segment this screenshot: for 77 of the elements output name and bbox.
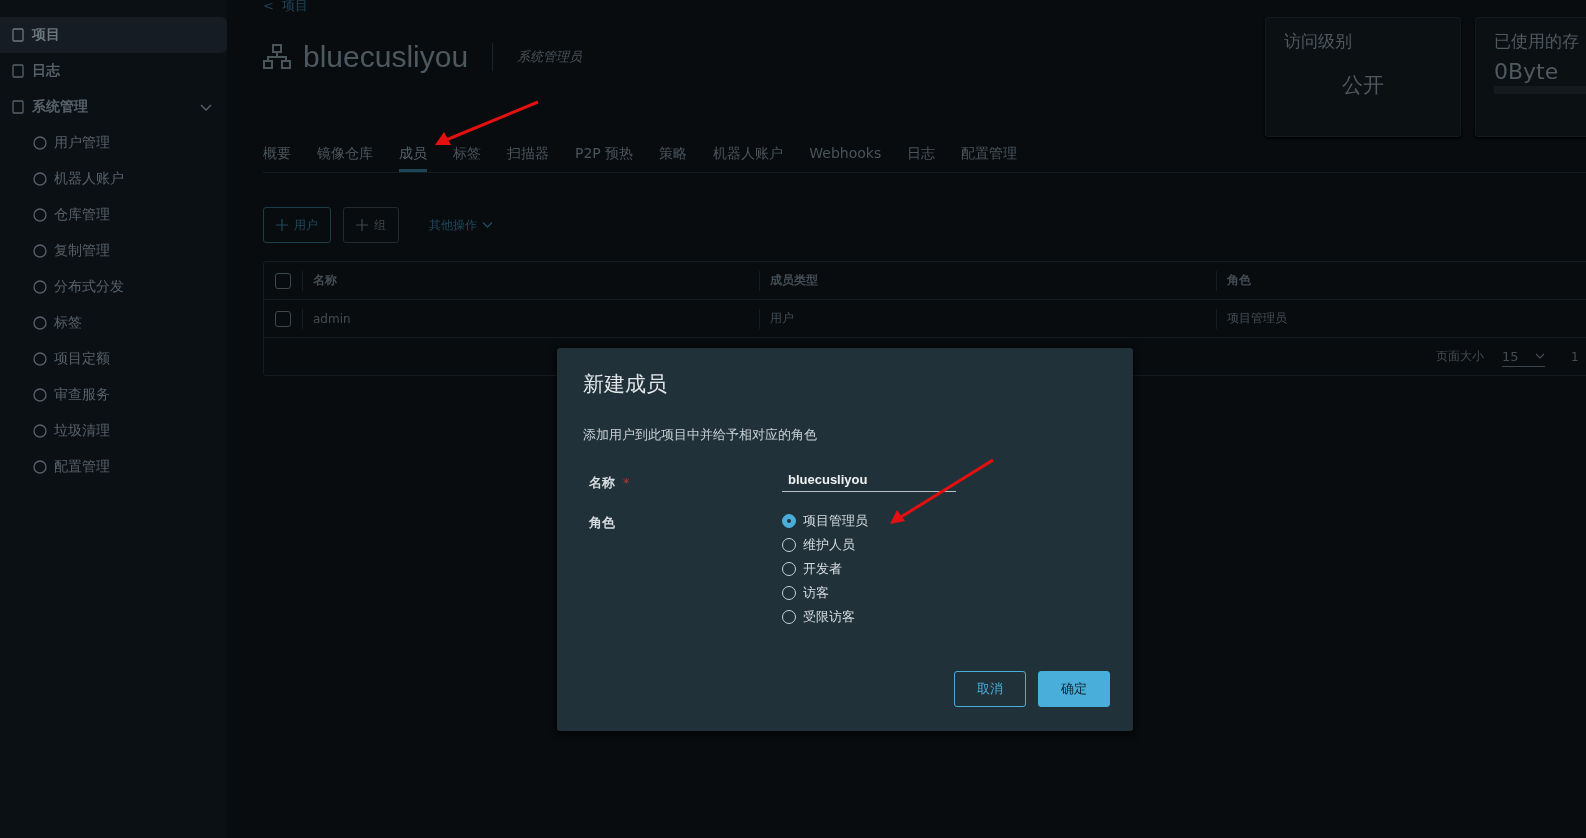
sidebar-item[interactable]: 系统管理 bbox=[0, 89, 227, 125]
tab[interactable]: Webhooks bbox=[809, 145, 882, 172]
add-group-button[interactable]: 组 bbox=[343, 207, 399, 243]
column-header: 角色 bbox=[1227, 272, 1251, 289]
column-header: 名称 bbox=[313, 272, 337, 289]
card-value: 公开 bbox=[1341, 72, 1385, 99]
role-text: 系统管理员 bbox=[517, 48, 583, 66]
sidebar-subitem[interactable]: 用户管理 bbox=[0, 125, 227, 161]
sidebar-item[interactable]: 日志 bbox=[0, 53, 227, 89]
card-value: 0Byte bbox=[1494, 59, 1560, 84]
card-title: 已使用的存 bbox=[1494, 30, 1580, 53]
back-link[interactable]: < 项目 bbox=[263, 0, 309, 13]
tab[interactable]: 配置管理 bbox=[961, 145, 1018, 172]
menu-item-icon bbox=[32, 459, 48, 475]
plus-icon bbox=[356, 219, 368, 231]
menu-item-icon bbox=[32, 243, 48, 259]
caret-icon bbox=[482, 221, 493, 229]
menu-item-icon bbox=[32, 315, 48, 331]
dialog-title: 新建成员 bbox=[583, 371, 668, 398]
sidebar-subitem[interactable]: 配置管理 bbox=[0, 449, 227, 485]
column-header: 成员类型 bbox=[770, 272, 818, 289]
menu-item-icon bbox=[10, 63, 26, 79]
menu-item-icon bbox=[32, 207, 48, 223]
tab[interactable]: 镜像仓库 bbox=[317, 145, 373, 172]
more-actions-dropdown[interactable]: 其他操作 bbox=[423, 215, 499, 235]
pagination-text: 1 bbox=[1571, 349, 1579, 364]
tab[interactable]: 机器人账户 bbox=[713, 145, 784, 172]
sidebar-subitem[interactable]: 项目定额 bbox=[0, 341, 227, 377]
tab[interactable]: 成员 bbox=[399, 145, 427, 172]
menu-item-icon bbox=[32, 135, 48, 151]
menu-item-icon bbox=[32, 171, 48, 187]
tab[interactable]: 日志 bbox=[907, 145, 936, 172]
sidebar-subitem[interactable]: 分布式分发 bbox=[0, 269, 227, 305]
dialog-description: 添加用户到此项目中并给予相对应的角色 bbox=[583, 426, 818, 444]
checkbox[interactable] bbox=[275, 310, 291, 327]
sidebar-subitem[interactable]: 标签 bbox=[0, 305, 227, 341]
field-label: 角色 bbox=[589, 515, 615, 530]
plus-icon bbox=[276, 219, 288, 231]
radio-label: 项目管理员 bbox=[803, 512, 868, 530]
table-cell: 用户 bbox=[770, 310, 794, 327]
tab[interactable]: 扫描器 bbox=[507, 145, 549, 172]
project-title: bluecusliyou bbox=[303, 40, 469, 74]
tab[interactable]: 策略 bbox=[659, 145, 688, 172]
caret-icon bbox=[1535, 352, 1545, 360]
sidebar-subitem[interactable]: 垃圾清理 bbox=[0, 413, 227, 449]
menu-item-icon bbox=[32, 279, 48, 295]
radio-button[interactable] bbox=[782, 514, 796, 528]
page-size-select[interactable]: 15 bbox=[1502, 346, 1545, 367]
sidebar-subitem[interactable]: 仓库管理 bbox=[0, 197, 227, 233]
confirm-button[interactable]: 确定 bbox=[1038, 671, 1110, 707]
menu-item-icon bbox=[10, 27, 26, 43]
radio-label: 维护人员 bbox=[803, 536, 855, 554]
cancel-button[interactable]: 取消 bbox=[954, 671, 1026, 707]
menu-item-icon bbox=[32, 387, 48, 403]
add-user-button[interactable]: 用户 bbox=[263, 207, 331, 243]
tab[interactable]: 标签 bbox=[453, 145, 481, 172]
sidebar-item[interactable]: 项目 bbox=[0, 17, 227, 53]
table-cell: admin bbox=[313, 311, 351, 326]
hierarchy-icon bbox=[263, 44, 291, 70]
required-mark: * bbox=[623, 475, 630, 490]
sidebar-subitem[interactable]: 机器人账户 bbox=[0, 161, 227, 197]
menu-item-icon bbox=[32, 351, 48, 367]
tab[interactable]: 概要 bbox=[263, 145, 291, 172]
name-input-field[interactable]: bluecusliyou bbox=[782, 470, 956, 492]
tab[interactable]: P2P 预热 bbox=[575, 145, 634, 172]
field-label: 名称 bbox=[589, 475, 615, 490]
menu-item-icon bbox=[10, 99, 26, 115]
card-title: 访问级别 bbox=[1284, 30, 1353, 53]
table-cell: 项目管理员 bbox=[1227, 310, 1287, 327]
radio-label: 访客 bbox=[803, 584, 829, 602]
radio-label: 受限访客 bbox=[803, 608, 855, 626]
menu-item-icon bbox=[32, 423, 48, 439]
radio-label: 开发者 bbox=[803, 560, 842, 578]
checkbox[interactable] bbox=[275, 272, 291, 289]
sidebar-subitem[interactable]: 审查服务 bbox=[0, 377, 227, 413]
sidebar-subitem[interactable]: 复制管理 bbox=[0, 233, 227, 269]
page-size-label: 页面大小 bbox=[1436, 348, 1484, 365]
